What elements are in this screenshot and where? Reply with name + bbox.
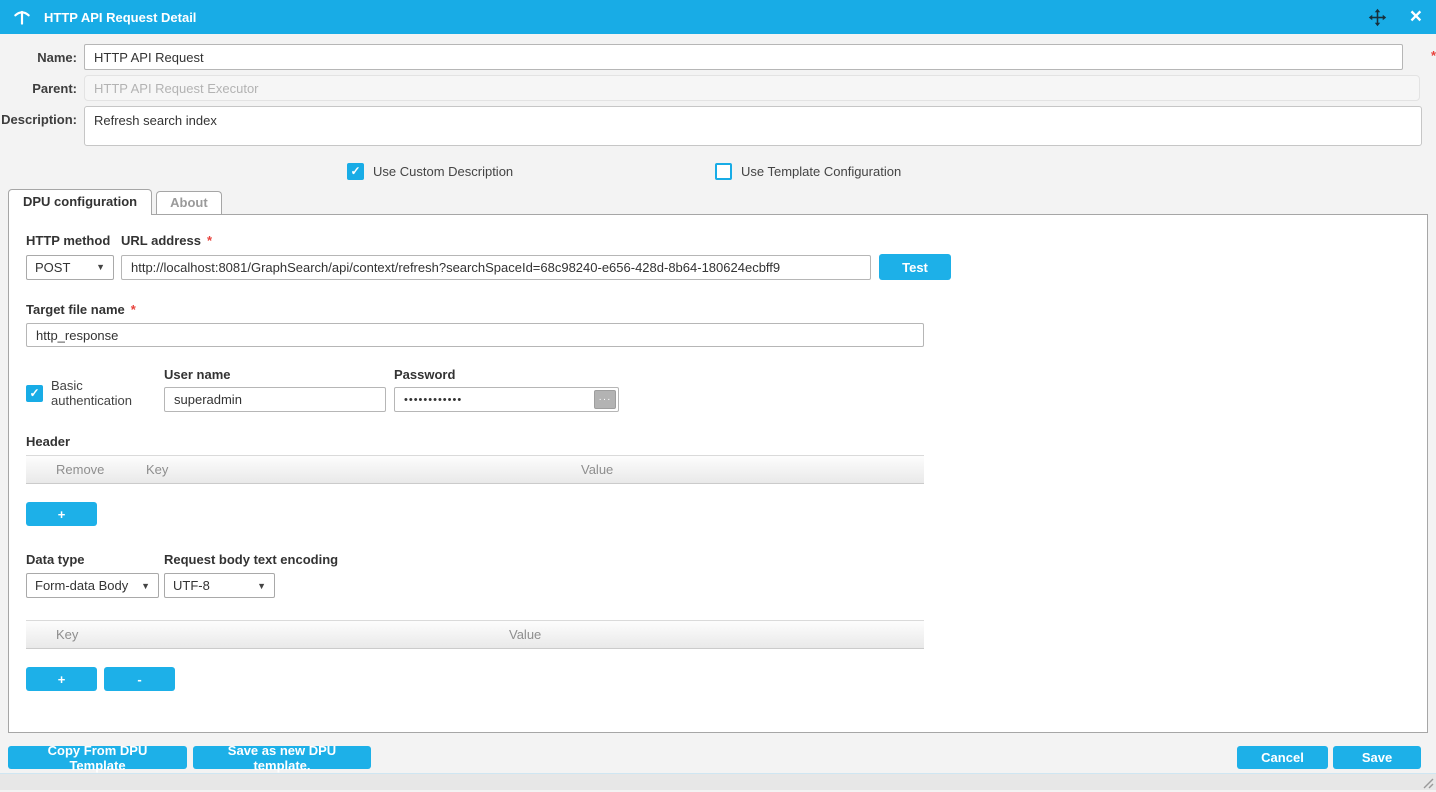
url-address-label: URL address	[121, 233, 201, 248]
resize-handle-icon[interactable]	[1420, 775, 1434, 789]
dialog-footer: Copy From DPU Template Save as new DPU t…	[8, 733, 1428, 769]
remove-body-row-button[interactable]: -	[104, 667, 175, 691]
basic-auth-label: Basic authentication	[51, 378, 164, 408]
footer-right-group: Cancel Save	[1237, 746, 1428, 769]
body-config-section: Data type Request body text encoding For…	[26, 552, 1427, 598]
basic-auth-section: ✓ Basic authentication User name Passwor…	[26, 367, 1427, 412]
bottom-status-strip	[0, 773, 1436, 790]
name-input[interactable]	[84, 44, 1403, 70]
config-tabs: DPU configuration About	[0, 189, 1436, 214]
user-name-input[interactable]	[164, 387, 386, 412]
use-template-configuration-option[interactable]: Use Template Configuration	[715, 163, 901, 180]
required-marker: *	[1431, 44, 1436, 63]
body-config-labels: Data type Request body text encoding	[26, 552, 1427, 567]
required-marker: *	[131, 302, 136, 317]
column-value: Value	[479, 627, 924, 642]
add-body-row-button[interactable]: +	[26, 667, 97, 691]
test-button[interactable]: Test	[879, 254, 951, 280]
column-key: Key	[26, 627, 479, 642]
use-custom-description-option[interactable]: ✓ Use Custom Description	[347, 163, 715, 180]
use-template-configuration-label: Use Template Configuration	[741, 164, 901, 179]
description-input[interactable]: Refresh search index	[84, 106, 1422, 146]
parent-label: Parent:	[0, 75, 84, 96]
http-method-value: POST	[35, 260, 70, 275]
options-row: ✓ Use Custom Description Use Template Co…	[0, 162, 1436, 180]
data-type-label: Data type	[26, 552, 164, 567]
header-table-label: Header	[26, 434, 1427, 449]
password-input[interactable]	[394, 387, 619, 412]
save-button[interactable]: Save	[1333, 746, 1421, 769]
header-section: Header Remove Key Value +	[26, 434, 1427, 526]
tab-about[interactable]: About	[156, 191, 222, 214]
user-name-field: User name	[164, 367, 394, 412]
method-url-controls: POST ▼ Test	[26, 254, 1427, 280]
column-remove: Remove	[26, 462, 146, 477]
body-table: Key Value	[26, 620, 924, 649]
body-table-head: Key Value	[26, 620, 924, 649]
pickaxe-icon	[12, 7, 32, 27]
password-label: Password	[394, 367, 619, 382]
description-label: Description:	[0, 106, 84, 127]
parent-row: Parent:	[0, 75, 1436, 101]
parent-input	[84, 75, 1420, 101]
chevron-down-icon: ▼	[96, 262, 105, 272]
encoding-value: UTF-8	[173, 578, 210, 593]
cancel-button[interactable]: Cancel	[1237, 746, 1328, 769]
header-table-head: Remove Key Value	[26, 455, 924, 484]
encoding-label: Request body text encoding	[164, 552, 338, 567]
http-api-request-detail-dialog: { "colors": { "accent": "#18ace6", "butt…	[0, 0, 1436, 790]
body-table-section: Key Value + -	[26, 620, 1427, 691]
column-key: Key	[146, 462, 551, 477]
encoding-select[interactable]: UTF-8 ▼	[164, 573, 275, 598]
basic-auth-checkbox[interactable]: ✓	[26, 385, 43, 402]
password-field: Password ···	[394, 367, 619, 412]
target-file-section: Target file name *	[26, 302, 1427, 347]
column-value: Value	[551, 462, 924, 477]
method-url-labels: HTTP method URL address *	[26, 233, 1427, 248]
chevron-down-icon: ▼	[257, 581, 266, 591]
http-method-label: HTTP method	[26, 233, 121, 248]
required-marker: *	[207, 233, 212, 248]
dialog-titlebar: HTTP API Request Detail ×	[0, 0, 1436, 34]
description-row: Description: Refresh search index	[0, 106, 1436, 149]
move-icon[interactable]	[1368, 7, 1388, 27]
body-table-buttons: + -	[26, 667, 1427, 691]
body-config-controls: Form-data Body ▼ UTF-8 ▼	[26, 573, 1427, 598]
url-address-input[interactable]	[121, 255, 871, 280]
chevron-down-icon: ▼	[141, 581, 150, 591]
data-type-value: Form-data Body	[35, 578, 128, 593]
save-as-template-button[interactable]: Save as new DPU template.	[193, 746, 371, 769]
target-file-name-input[interactable]	[26, 323, 924, 347]
data-type-select[interactable]: Form-data Body ▼	[26, 573, 159, 598]
add-header-row-button[interactable]: +	[26, 502, 97, 526]
target-file-name-label: Target file name	[26, 302, 125, 317]
use-custom-description-label: Use Custom Description	[373, 164, 513, 179]
use-template-configuration-checkbox[interactable]	[715, 163, 732, 180]
tab-dpu-configuration[interactable]: DPU configuration	[8, 189, 152, 215]
copy-from-template-button[interactable]: Copy From DPU Template	[8, 746, 187, 769]
header-table: Remove Key Value	[26, 455, 924, 484]
user-name-label: User name	[164, 367, 394, 382]
basic-auth-option[interactable]: ✓ Basic authentication	[26, 378, 164, 412]
close-icon[interactable]: ×	[1410, 7, 1422, 27]
dpu-configuration-panel: HTTP method URL address * POST ▼ Test Ta…	[8, 214, 1428, 733]
dpu-general-form: Name: * Parent: Description: Refresh sea…	[0, 34, 1436, 180]
http-method-select[interactable]: POST ▼	[26, 255, 114, 280]
name-row: Name: *	[0, 44, 1436, 70]
dialog-title: HTTP API Request Detail	[44, 10, 196, 25]
use-custom-description-checkbox[interactable]: ✓	[347, 163, 364, 180]
name-label: Name:	[0, 44, 84, 65]
ellipsis-icon[interactable]: ···	[594, 390, 616, 409]
